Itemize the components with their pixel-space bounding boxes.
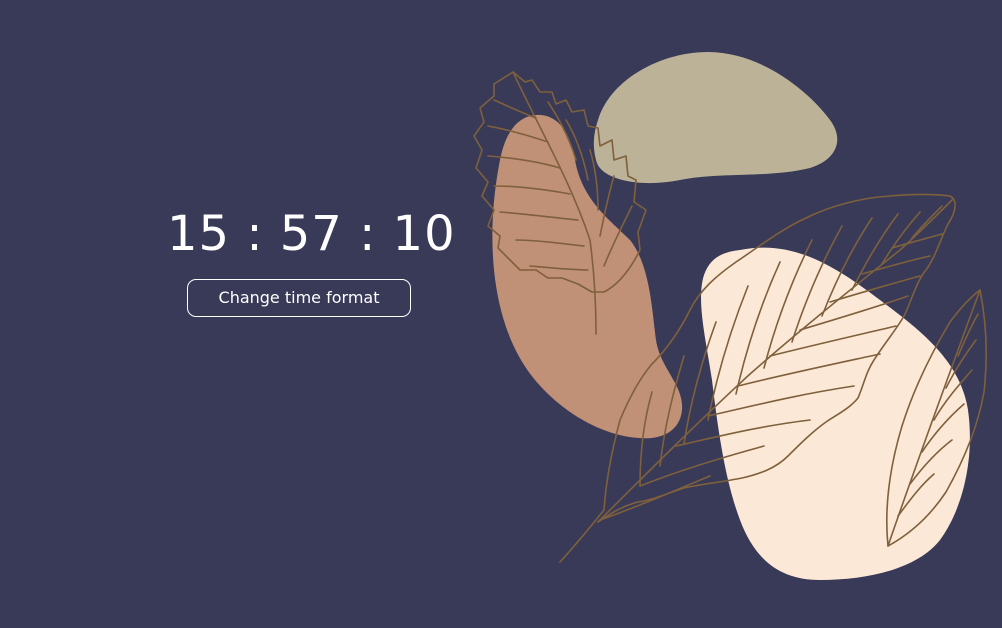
leaf-vein-large-20 bbox=[861, 255, 931, 275]
leaf-illustration bbox=[473, 52, 987, 581]
change-time-format-button[interactable]: Change time format bbox=[187, 279, 411, 317]
clock-display: 15 : 57 : 10 bbox=[167, 206, 456, 262]
cream-blob bbox=[701, 247, 970, 581]
leaf-vein-large-21 bbox=[891, 233, 943, 249]
leaf-vein-large-12 bbox=[599, 475, 711, 521]
leaf-vein-large-9 bbox=[851, 213, 899, 291]
leaf-vein-large-10 bbox=[881, 211, 921, 265]
clock-page: 15 : 57 : 10 Change time format bbox=[0, 0, 1002, 628]
sage-blob bbox=[593, 52, 838, 184]
leaf-vein-large-11 bbox=[911, 205, 943, 239]
leaf-vein-upper-1 bbox=[493, 99, 537, 119]
